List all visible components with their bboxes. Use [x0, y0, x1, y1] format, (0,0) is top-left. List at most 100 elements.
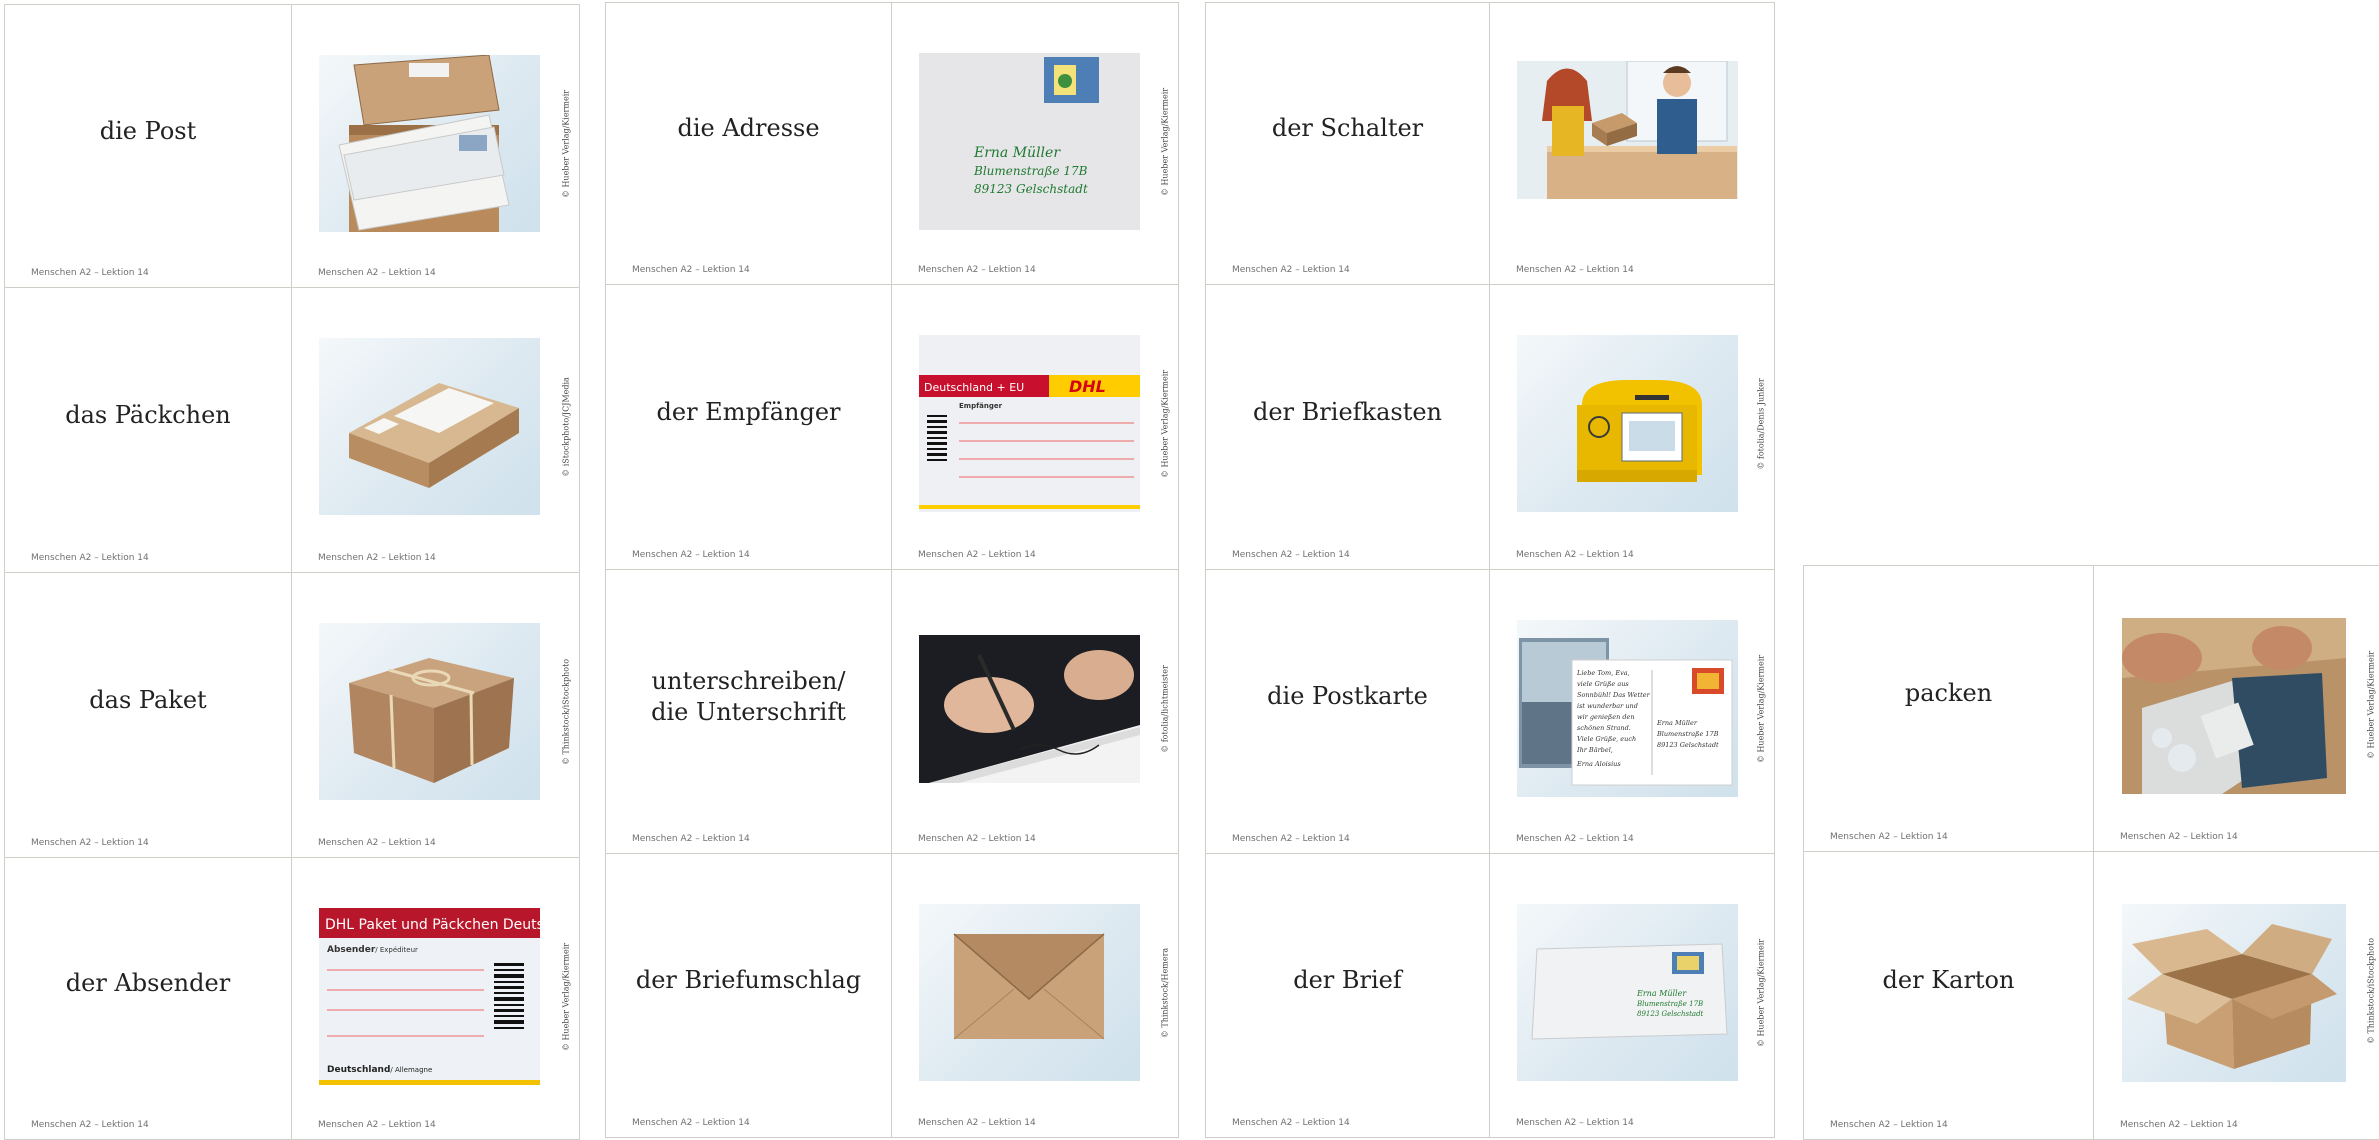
word-card: der Absender Menschen A2 – Lektion 14 [4, 858, 292, 1140]
card-footer: Menschen A2 – Lektion 14 [918, 265, 1036, 275]
image-credit: © iStockphoto/JCJMedia [561, 376, 571, 477]
word-text: packen [1904, 679, 1993, 707]
picture-card: © iStockphoto/JCJMedia Menschen A2 – Lek… [292, 288, 580, 573]
word-card: die Post Menschen A2 – Lektion 14 [4, 4, 292, 288]
word-card: der Briefumschlag Menschen A2 – Lektion … [605, 854, 892, 1138]
svg-text:Erna Müller: Erna Müller [973, 145, 1061, 161]
word-card: der Briefkasten Menschen A2 – Lektion 14 [1205, 285, 1490, 570]
svg-text:Viele Grüße, euch: Viele Grüße, euch [1577, 735, 1636, 743]
picture-card: © fotolia/Denis Junker Menschen A2 – Lek… [1490, 285, 1775, 570]
svg-text:89123 Gelschstadt: 89123 Gelschstadt [1657, 741, 1719, 749]
card-footer: Menschen A2 – Lektion 14 [1232, 265, 1350, 275]
card-footer: Menschen A2 – Lektion 14 [632, 550, 750, 560]
image-credit [1754, 53, 1768, 230]
card-footer: Menschen A2 – Lektion 14 [318, 838, 436, 848]
card-footer: Menschen A2 – Lektion 14 [1516, 1118, 1634, 1128]
svg-text:Blumenstraße 17B: Blumenstraße 17B [1656, 730, 1719, 738]
card-footer: Menschen A2 – Lektion 14 [1232, 834, 1350, 844]
image-credit: © Hueber Verlag/Kiermeir [2366, 650, 2376, 759]
word-text: unterschreiben/ die Unterschrift [651, 666, 846, 726]
card-footer: Menschen A2 – Lektion 14 [31, 838, 149, 848]
svg-text:Erna Müller: Erna Müller [1656, 719, 1698, 727]
card-footer: Menschen A2 – Lektion 14 [1516, 550, 1634, 560]
picture-card: Liebe Tom, Eva, viele Grüße aus Sonnbühl… [1490, 570, 1775, 854]
addressed-envelope-icon: Erna Müller Blumenstraße 17B 89123 Gelsc… [919, 53, 1140, 230]
word-card: der Karton Menschen A2 – Lektion 14 [1803, 852, 2094, 1140]
image-credit: © Hueber Verlag/Kiermeir [1756, 654, 1766, 763]
word-text: der Briefkasten [1252, 397, 1442, 426]
envelope-icon [919, 904, 1140, 1081]
card-footer: Menschen A2 – Lektion 14 [1830, 832, 1948, 842]
card-footer: Menschen A2 – Lektion 14 [1516, 265, 1634, 275]
word-card: der Brief Menschen A2 – Lektion 14 [1205, 854, 1490, 1138]
image-credit: © fotolia/Denis Junker [1756, 377, 1766, 470]
svg-text:DHL Paket und Päckchen Deutsch: DHL Paket und Päckchen Deutsch [325, 917, 540, 933]
word-text: der Absender [65, 969, 231, 997]
card-footer: Menschen A2 – Lektion 14 [1232, 1118, 1350, 1128]
svg-text:wir genießen den: wir genießen den [1577, 713, 1635, 721]
svg-text:DHL: DHL [1069, 377, 1106, 396]
image-credit: © Hueber Verlag/Kiermeir [561, 89, 571, 198]
signing-icon [919, 635, 1140, 783]
svg-text:Blumenstraße 17B: Blumenstraße 17B [1636, 1000, 1703, 1008]
card-footer: Menschen A2 – Lektion 14 [318, 553, 436, 563]
card-footer: Menschen A2 – Lektion 14 [1516, 834, 1634, 844]
card-footer: Menschen A2 – Lektion 14 [2120, 832, 2238, 842]
postcard-icon: Liebe Tom, Eva, viele Grüße aus Sonnbühl… [1517, 620, 1738, 797]
word-text: der Briefumschlag [635, 966, 862, 994]
word-text: die Postkarte [1267, 682, 1428, 710]
svg-text:Deutschland + EU: Deutschland + EU [924, 381, 1024, 394]
svg-text:Ihr Bärbel,: Ihr Bärbel, [1576, 746, 1613, 754]
picture-card: © Hueber Verlag/Kiermeir Menschen A2 – L… [292, 4, 580, 288]
word-card: packen Menschen A2 – Lektion 14 [1803, 565, 2094, 852]
word-text: der Karton [1882, 966, 2015, 994]
svg-text:ist wunderbar und: ist wunderbar und [1577, 702, 1638, 710]
picture-card: © Thinkstock/iStockphoto Menschen A2 – L… [2094, 852, 2379, 1140]
svg-text:Deutschland/ Allemagne: Deutschland/ Allemagne [327, 1065, 432, 1075]
image-credit: © Hueber Verlag/Kiermeir [1160, 87, 1170, 196]
card-footer: Menschen A2 – Lektion 14 [632, 834, 750, 844]
card-footer: Menschen A2 – Lektion 14 [318, 268, 436, 278]
word-card: die Postkarte Menschen A2 – Lektion 14 [1205, 570, 1490, 854]
svg-text:schönen Strand.: schönen Strand. [1577, 724, 1631, 732]
word-card: der Schalter Menschen A2 – Lektion 14 [1205, 2, 1490, 285]
picture-card: © Thinkstock/iStockphoto Menschen A2 – L… [292, 573, 580, 858]
image-credit: © Thinkstock/iStockphoto [2366, 937, 2376, 1044]
picture-card: Erna Müller Blumenstraße 17B 89123 Gelsc… [892, 2, 1179, 285]
card-footer: Menschen A2 – Lektion 14 [2120, 1120, 2238, 1130]
svg-text:89123 Gelschstadt: 89123 Gelschstadt [1637, 1010, 1704, 1018]
word-card: die Adresse Menschen A2 – Lektion 14 [605, 2, 892, 285]
packing-icon [2122, 618, 2346, 794]
svg-text:Erna Aloisius: Erna Aloisius [1576, 760, 1621, 768]
mail-stack-icon [319, 55, 540, 232]
picture-card: © Hueber Verlag/Kiermeir Menschen A2 – L… [2094, 565, 2379, 852]
recipient-label-icon: Deutschland + EU DHL Empfänger [919, 335, 1140, 512]
word-card: der Empfänger Menschen A2 – Lektion 14 [605, 285, 892, 570]
picture-card: Erna Müller Blumenstraße 17B 89123 Gelsc… [1490, 854, 1775, 1138]
svg-text:89123 Gelschstadt: 89123 Gelschstadt [974, 182, 1088, 196]
svg-text:Absender/ Expéditeur: Absender/ Expéditeur [327, 945, 418, 955]
picture-card: DHL Paket und Päckchen Deutsch Absender/… [292, 858, 580, 1140]
word-text: die Post [99, 116, 197, 145]
word-card: das Paket Menschen A2 – Lektion 14 [4, 573, 292, 858]
word-text: der Brief [1293, 966, 1402, 994]
svg-text:Erna Müller: Erna Müller [1636, 989, 1687, 998]
picture-card: Deutschland + EU DHL Empfänger © Hueber … [892, 285, 1179, 570]
card-footer: Menschen A2 – Lektion 14 [1232, 550, 1350, 560]
card-footer: Menschen A2 – Lektion 14 [318, 1120, 436, 1130]
image-credit: © Hueber Verlag/Kiermeir [561, 942, 571, 1051]
card-footer: Menschen A2 – Lektion 14 [918, 834, 1036, 844]
svg-text:viele Grüße aus: viele Grüße aus [1577, 680, 1629, 688]
post-counter-icon [1517, 61, 1738, 199]
picture-card: © Thinkstock/Hemera Menschen A2 – Lektio… [892, 854, 1179, 1138]
word-text: das Paket [89, 685, 207, 714]
mailbox-icon [1517, 335, 1738, 512]
word-text: der Schalter [1271, 114, 1424, 142]
svg-text:Blumenstraße 17B: Blumenstraße 17B [973, 164, 1088, 178]
image-credit: © Hueber Verlag/Kiermeir [1756, 938, 1766, 1047]
card-footer: Menschen A2 – Lektion 14 [918, 1118, 1036, 1128]
word-text: das Päckchen [65, 400, 231, 429]
small-parcel-icon [319, 338, 540, 515]
svg-text:Liebe Tom, Eva,: Liebe Tom, Eva, [1576, 669, 1630, 677]
word-card: das Päckchen Menschen A2 – Lektion 14 [4, 288, 292, 573]
